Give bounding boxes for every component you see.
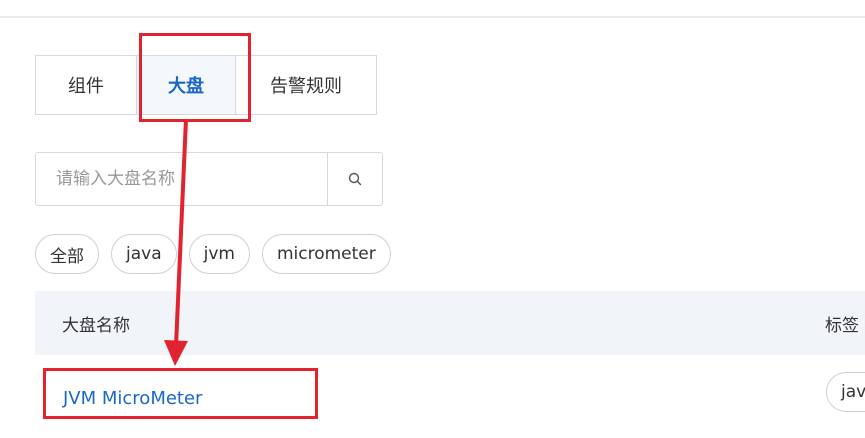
- dashboard-list-page: 组件 大盘 告警规则 全部 java jvm micrometer 大盘名称 标…: [0, 0, 865, 438]
- annotation-arrow: [164, 118, 188, 366]
